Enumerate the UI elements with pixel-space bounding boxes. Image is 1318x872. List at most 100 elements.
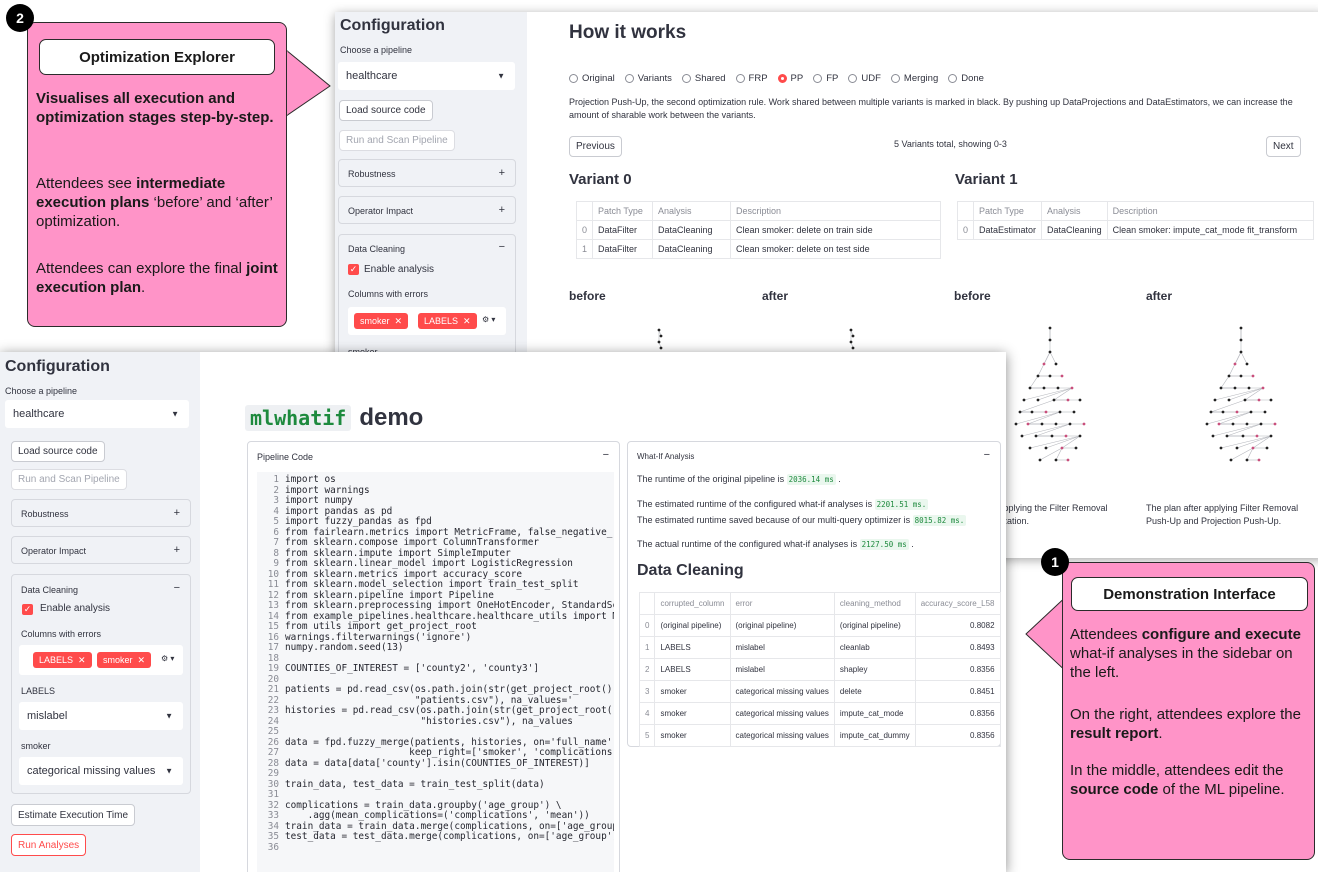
smoker-error-select[interactable]: categorical missing values ▼	[19, 757, 183, 785]
stage-radio-done[interactable]: Done	[948, 73, 984, 84]
plan-node	[1239, 350, 1243, 354]
pipeline-select[interactable]: healthcare ▼	[5, 400, 189, 428]
plan-edge	[1210, 399, 1246, 413]
column-header[interactable]: Analysis	[652, 201, 732, 221]
stage-radio-udf[interactable]: UDF	[848, 73, 881, 84]
pipeline-select[interactable]: healthcare ▼	[338, 62, 515, 90]
pipeline-code-panel: Pipeline Code − 1 import os 2 import warnin…	[247, 441, 620, 872]
step-badge-2: 2	[6, 4, 34, 32]
column-header[interactable]: Analysis	[1041, 201, 1108, 221]
plan-graph-variant1-before	[1014, 326, 1086, 462]
robustness-expander[interactable]: Robustness +	[11, 499, 191, 527]
pipeline-label: Choose a pipeline	[5, 386, 78, 396]
next-button[interactable]: Next	[1266, 136, 1301, 157]
plan-node	[1259, 422, 1263, 426]
column-header[interactable]: cleaning_method	[833, 592, 916, 615]
stage-radio-pp[interactable]: PP	[777, 73, 803, 84]
load-source-button[interactable]: Load source code	[11, 441, 105, 462]
load-source-button[interactable]: Load source code	[339, 100, 433, 121]
plan-edge	[1035, 423, 1071, 437]
chip-smoker[interactable]: smoker ✕	[97, 652, 152, 668]
line-number: 13	[267, 600, 279, 611]
stage-radio-frp[interactable]: FRP	[735, 73, 768, 84]
data-cleaning-expander[interactable]: Data Cleaning − ✓ Enable analysis Columns…	[11, 574, 191, 794]
plan-node	[1227, 374, 1231, 378]
columns-multiselect[interactable]: LABELS ✕ smoker ✕ ⚙ ▾	[19, 645, 183, 675]
radio-circle-icon	[624, 74, 634, 83]
code-editor[interactable]: 1 import os 2 import warnings 3 import numpy 4…	[257, 472, 614, 872]
column-header[interactable]: accuracy_score_L58	[914, 592, 1001, 615]
columns-multiselect[interactable]: smoker ✕ LABELS ✕ ⚙ ▾	[348, 307, 506, 335]
plan-edge	[1015, 411, 1061, 425]
stage-radio-merging[interactable]: Merging	[890, 73, 938, 84]
estimate-time-button[interactable]: Estimate Execution Time	[11, 804, 136, 826]
plan-node	[1026, 422, 1030, 426]
code-line: 35 test_data = test_data.merge(complicati…	[257, 831, 614, 843]
chip-smoker[interactable]: smoker ✕	[354, 313, 409, 329]
runtime-actual: The actual runtime of the configured wha…	[637, 539, 914, 550]
robustness-expander[interactable]: Robustness +	[338, 159, 516, 187]
plan-node	[1227, 398, 1231, 402]
plan-edge	[1053, 387, 1073, 401]
callout-text-3: Attendees can explore the final joint ex…	[36, 260, 278, 296]
plan-node	[1034, 434, 1038, 438]
plan-node	[659, 346, 663, 350]
app-title: mlwhatif demo	[245, 404, 423, 432]
plan-edge	[1021, 423, 1071, 437]
column-header[interactable]: error	[729, 592, 835, 615]
run-scan-button[interactable]: Run and Scan Pipeline	[339, 130, 455, 151]
plan-node	[1048, 350, 1052, 354]
plan-node	[1255, 434, 1259, 438]
enable-analysis-checkbox[interactable]: ✓	[348, 264, 359, 275]
run-analyses-button[interactable]: Run Analyses	[11, 834, 87, 856]
stage-radio-group[interactable]: Original Variants Shared FRP PP FP UDF Merging D…	[569, 73, 984, 84]
stage-radio-variants[interactable]: Variants	[624, 73, 672, 84]
column-header[interactable]: Patch Type	[973, 201, 1043, 221]
plan-edge	[1244, 387, 1264, 401]
plan-node	[1082, 422, 1086, 426]
collapse-icon[interactable]: −	[603, 449, 609, 461]
line-number: 35	[267, 831, 279, 842]
plan-node	[1219, 386, 1223, 390]
plan-node	[1044, 410, 1048, 414]
line-number: 19	[267, 663, 279, 674]
plan-node	[1038, 458, 1042, 462]
radio-circle-icon	[569, 74, 578, 83]
plan-node	[1239, 338, 1243, 342]
column-header[interactable]: Description	[1106, 201, 1314, 221]
plan-node	[1048, 374, 1052, 378]
plan-node	[1209, 410, 1213, 414]
stage-radio-shared[interactable]: Shared	[681, 73, 726, 84]
table-row: 1 DataFilter DataCleaning Clean smoker: del…	[575, 239, 942, 259]
operator-impact-expander[interactable]: Operator Impact +	[11, 536, 191, 564]
plan-node	[1257, 458, 1261, 462]
gear-icon[interactable]: ⚙ ▾	[161, 654, 174, 663]
plan-node	[1058, 410, 1062, 414]
column-header[interactable]: corrupted_column	[654, 592, 731, 615]
previous-button[interactable]: Previous	[569, 136, 622, 157]
plan-node	[1056, 386, 1060, 390]
plan-node	[1050, 434, 1054, 438]
radio-circle-icon	[777, 74, 787, 83]
code-line: 19 COUNTIES_OF_INTEREST = ['county2', 'co…	[257, 663, 614, 675]
run-scan-button[interactable]: Run and Scan Pipeline	[11, 469, 127, 490]
gear-icon[interactable]: ⚙ ▾	[482, 315, 495, 324]
plan-edge	[1252, 435, 1272, 449]
plan-node	[657, 328, 661, 332]
plan-node	[1269, 398, 1273, 402]
collapse-icon[interactable]: −	[984, 449, 990, 461]
column-header[interactable]: Patch Type	[592, 201, 654, 221]
chip-labels[interactable]: LABELS ✕	[418, 313, 477, 329]
column-header[interactable]: Description	[730, 201, 942, 221]
chip-labels[interactable]: LABELS ✕	[33, 652, 92, 668]
operator-impact-expander[interactable]: Operator Impact +	[338, 196, 516, 224]
plan-node	[1263, 410, 1267, 414]
before-label-1: before	[569, 289, 606, 303]
stage-radio-original[interactable]: Original	[569, 73, 615, 84]
stage-radio-fp[interactable]: FP	[813, 73, 838, 84]
enable-analysis-checkbox[interactable]: ✓	[22, 604, 33, 615]
labels-error-select[interactable]: mislabel ▼	[19, 702, 183, 730]
sidebar-title: Configuration	[340, 17, 445, 34]
callout-pointer	[284, 50, 331, 117]
plan-graph-variant0-before	[657, 328, 663, 350]
